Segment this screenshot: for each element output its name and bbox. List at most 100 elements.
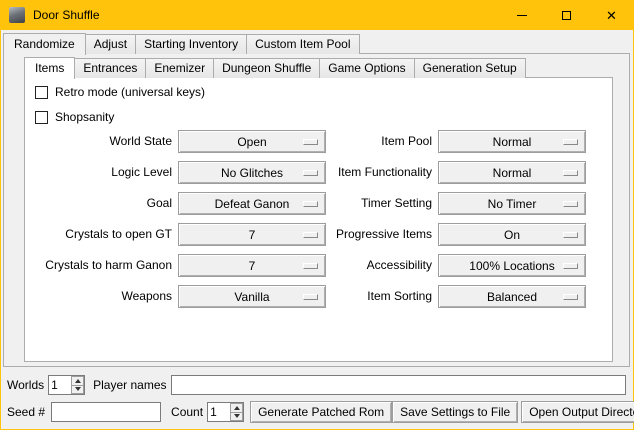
player-names-label: Player names [93,378,166,392]
main-tab-bar: Randomize Adjust Starting Inventory Cust… [3,32,360,54]
dropdown-indicator-icon [303,139,318,145]
player-names-input[interactable] [171,375,627,395]
shopsanity-row: Shopsanity [35,109,114,125]
tab-game-options[interactable]: Game Options [319,58,414,78]
spin-up-icon [234,406,240,410]
item-sorting-label: Item Sorting [332,285,432,308]
dropdown-indicator-icon [563,201,578,207]
accessibility-value: 100% Locations [469,259,554,273]
dropdown-indicator-icon [563,294,578,300]
crystals-gt-value: 7 [249,228,256,242]
item-sorting-value: Balanced [487,290,537,304]
maximize-button[interactable] [544,0,589,30]
goal-label: Goal [26,192,172,215]
spin-down-icon [234,414,240,418]
item-functionality-dropdown[interactable]: Normal [438,161,586,184]
tab-adjust[interactable]: Adjust [85,34,136,54]
dropdown-indicator-icon [303,232,318,238]
world-state-value: Open [237,135,266,149]
shopsanity-checkbox[interactable] [35,111,48,124]
item-functionality-label: Item Functionality [332,161,432,184]
timer-setting-label: Timer Setting [332,192,432,215]
dropdown-indicator-icon [563,232,578,238]
logic-level-label: Logic Level [26,161,172,184]
goal-value: Defeat Ganon [215,197,290,211]
count-label: Count [171,405,203,419]
crystals-gt-dropdown[interactable]: 7 [178,223,326,246]
title-bar[interactable]: Door Shuffle ✕ [0,0,634,30]
dropdown-indicator-icon [303,170,318,176]
item-pool-value: Normal [493,135,532,149]
timer-setting-value: No Timer [488,197,537,211]
dropdown-indicator-icon [563,263,578,269]
seed-row: Seed # Count Generate Patched Rom Save S… [7,401,626,423]
retro-mode-checkbox[interactable] [35,86,48,99]
caption-buttons: ✕ [499,0,634,30]
progressive-items-dropdown[interactable]: On [438,223,586,246]
spin-down-icon [75,387,81,391]
spin-up-icon [75,379,81,383]
close-icon: ✕ [606,9,617,22]
item-sorting-dropdown[interactable]: Balanced [438,285,586,308]
randomize-panel: Items Entrances Enemizer Dungeon Shuffle… [3,53,630,367]
client-area: Randomize Adjust Starting Inventory Cust… [1,30,633,429]
tab-entrances[interactable]: Entrances [74,58,146,78]
app-icon [9,7,25,23]
retro-mode-row: Retro mode (universal keys) [35,84,205,100]
logic-level-dropdown[interactable]: No Glitches [178,161,326,184]
goal-dropdown[interactable]: Defeat Ganon [178,192,326,215]
item-pool-label: Item Pool [332,130,432,153]
open-output-directory-button[interactable]: Open Output Directory [521,401,634,423]
dropdown-indicator-icon [303,201,318,207]
timer-setting-dropdown[interactable]: No Timer [438,192,586,215]
maximize-icon [562,11,571,20]
item-pool-dropdown[interactable]: Normal [438,130,586,153]
crystals-ganon-dropdown[interactable]: 7 [178,254,326,277]
dropdown-indicator-icon [563,139,578,145]
accessibility-dropdown[interactable]: 100% Locations [438,254,586,277]
item-functionality-value: Normal [493,166,532,180]
sub-tab-bar: Items Entrances Enemizer Dungeon Shuffle… [24,56,526,78]
progressive-items-label: Progressive Items [332,223,432,246]
logic-level-value: No Glitches [221,166,283,180]
seed-input[interactable] [51,402,161,422]
count-spin-down-button[interactable] [230,412,243,422]
weapons-label: Weapons [26,285,172,308]
crystals-gt-label: Crystals to open GT [26,223,172,246]
weapons-dropdown[interactable]: Vanilla [178,285,326,308]
worlds-spinbox [48,375,85,395]
window-title: Door Shuffle [33,8,100,22]
tab-dungeon-shuffle[interactable]: Dungeon Shuffle [213,58,320,78]
worlds-input[interactable] [49,376,71,394]
worlds-spin-arrows [71,376,84,394]
generate-patched-rom-button[interactable]: Generate Patched Rom [250,401,392,423]
items-panel: Retro mode (universal keys) Shopsanity W… [24,77,613,362]
minimize-icon [517,15,527,16]
options-form: World State Open Item Pool Normal Logic … [26,130,586,308]
crystals-ganon-label: Crystals to harm Ganon [26,254,172,277]
worlds-label: Worlds [7,378,44,392]
minimize-button[interactable] [499,0,544,30]
worlds-spin-down-button[interactable] [71,385,84,395]
progressive-items-value: On [504,228,520,242]
dropdown-indicator-icon [303,294,318,300]
save-settings-button[interactable]: Save Settings to File [392,401,518,423]
world-state-label: World State [26,130,172,153]
accessibility-label: Accessibility [332,254,432,277]
world-state-dropdown[interactable]: Open [178,130,326,153]
count-spinbox [207,402,244,422]
tab-starting-inventory[interactable]: Starting Inventory [135,34,247,54]
tab-randomize[interactable]: Randomize [3,33,86,55]
weapons-value: Vanilla [234,290,269,304]
tab-enemizer[interactable]: Enemizer [145,58,214,78]
app-window: Door Shuffle ✕ Randomize Adjust Starting… [0,0,634,430]
tab-generation-setup[interactable]: Generation Setup [414,58,526,78]
count-spin-arrows [230,403,243,421]
tab-items[interactable]: Items [24,57,75,79]
count-input[interactable] [208,403,230,421]
close-button[interactable]: ✕ [589,0,634,30]
crystals-ganon-value: 7 [249,259,256,273]
worlds-row: Worlds Player names [7,374,626,396]
dropdown-indicator-icon [563,170,578,176]
tab-custom-item-pool[interactable]: Custom Item Pool [246,34,359,54]
